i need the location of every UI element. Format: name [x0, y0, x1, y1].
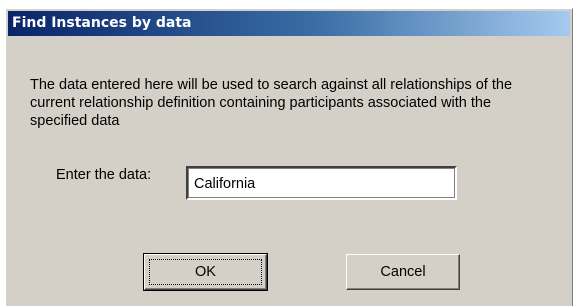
cancel-button[interactable]: Cancel: [346, 254, 460, 290]
data-field-label: Enter the data:: [56, 167, 152, 183]
dialog-description: The data entered here will be used to se…: [30, 77, 513, 129]
ok-button[interactable]: OK: [143, 253, 268, 291]
data-input[interactable]: [186, 166, 457, 200]
dialog-title: Find Instances by data: [12, 15, 192, 31]
find-instances-dialog: Find Instances by data: [5, 8, 573, 306]
title-bar[interactable]: Find Instances by data: [8, 11, 570, 36]
